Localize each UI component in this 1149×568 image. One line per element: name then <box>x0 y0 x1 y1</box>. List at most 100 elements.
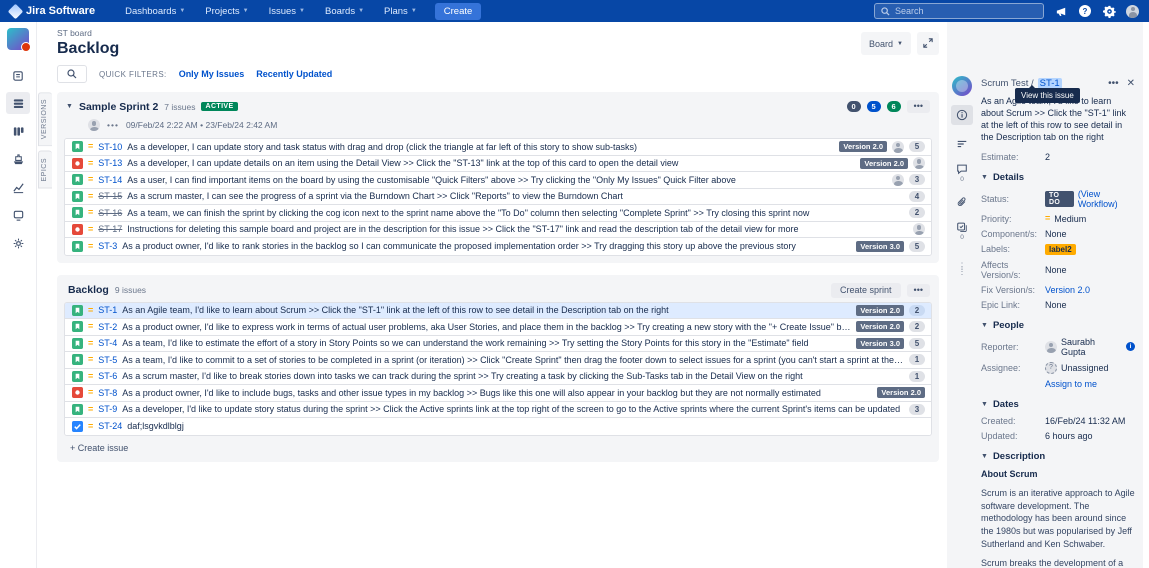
issue-row[interactable]: = ST-15 As a scrum master, I can see the… <box>65 189 931 206</box>
collapse-details-icon[interactable]: ▼ <box>981 174 988 181</box>
detail-more-icon[interactable]: ••• <box>1108 78 1119 89</box>
board-icon[interactable] <box>6 120 30 142</box>
issue-key-link[interactable]: ST-16 <box>98 208 122 218</box>
estimate-badge[interactable]: 2 <box>909 321 925 332</box>
filter-only-my-issues[interactable]: Only My Issues <box>179 69 245 79</box>
backlog-title[interactable]: Backlog <box>68 284 109 296</box>
sprint-avatar[interactable] <box>88 119 100 131</box>
project-avatar[interactable] <box>7 28 29 50</box>
issues-icon[interactable] <box>6 204 30 226</box>
details-info-icon[interactable] <box>951 105 973 125</box>
issue-row[interactable]: = ST-3 As a product owner, I'd like to r… <box>65 238 931 255</box>
dates-section-title[interactable]: Dates <box>993 399 1019 410</box>
versions-tab[interactable]: VERSIONS <box>38 92 52 146</box>
version-badge[interactable]: Version 2.0 <box>877 387 925 398</box>
collapse-dates-icon[interactable]: ▼ <box>981 401 988 408</box>
estimate-badge[interactable]: 1 <box>909 354 925 365</box>
search-input[interactable] <box>895 6 1025 16</box>
issue-row[interactable]: = ST-4 As a team, I'd like to estimate t… <box>65 336 931 353</box>
label-badge[interactable]: label2 <box>1045 244 1076 255</box>
reporter-info-icon[interactable]: i <box>1126 342 1135 351</box>
menu-projects[interactable]: Projects▼ <box>197 6 256 17</box>
details-section-title[interactable]: Details <box>993 172 1024 183</box>
version-badge[interactable]: Version 2.0 <box>856 321 904 332</box>
project-settings-icon[interactable] <box>6 232 30 254</box>
estimate-badge[interactable]: 5 <box>909 338 925 349</box>
collapse-people-icon[interactable]: ▼ <box>981 322 988 329</box>
estimate-badge[interactable]: 2 <box>909 207 925 218</box>
breadcrumb[interactable]: ST board <box>57 28 119 38</box>
issue-key-link[interactable]: ST-1 <box>98 305 117 315</box>
estimate-badge[interactable]: 4 <box>909 191 925 202</box>
collapse-sprint-icon[interactable]: ▼ <box>66 103 73 110</box>
issue-key-link[interactable]: ST-13 <box>98 158 122 168</box>
estimate-badge[interactable]: 5 <box>909 141 925 152</box>
issue-row[interactable]: = ST-13 As a developer, I can update det… <box>65 156 931 173</box>
panel-resize-handle[interactable]: ⋮⋮ <box>958 264 967 273</box>
issue-key-link[interactable]: ST-14 <box>98 175 122 185</box>
version-badge[interactable]: Version 2.0 <box>856 305 904 316</box>
assignee-avatar[interactable] <box>913 223 925 235</box>
assignee-avatar[interactable] <box>892 174 904 186</box>
issue-row[interactable]: = ST-10 As a developer, I can update sto… <box>65 139 931 156</box>
assignee-value[interactable]: Unassigned <box>1061 363 1109 373</box>
view-workflow-link[interactable]: (View Workflow) <box>1078 189 1135 209</box>
issue-key-link[interactable]: ST-5 <box>98 355 117 365</box>
issue-detail-avatar[interactable] <box>952 76 972 96</box>
issue-key-link[interactable]: ST-6 <box>98 371 117 381</box>
menu-plans[interactable]: Plans▼ <box>376 6 425 17</box>
assignee-avatar[interactable] <box>892 141 904 153</box>
version-badge[interactable]: Version 3.0 <box>856 338 904 349</box>
fix-version-link[interactable]: Version 2.0 <box>1045 285 1090 295</box>
issue-row[interactable]: = ST-9 As a developer, I'd like to updat… <box>65 402 931 419</box>
board-search-button[interactable] <box>57 65 87 83</box>
help-icon[interactable]: ? <box>1078 4 1092 18</box>
issue-row[interactable]: = ST-16 As a team, we can finish the spr… <box>65 205 931 222</box>
releases-ship-icon[interactable] <box>6 148 30 170</box>
subtasks-icon[interactable]: 0 <box>951 221 973 241</box>
sprint-more-button[interactable]: ••• <box>907 100 930 113</box>
collapse-description-icon[interactable]: ▼ <box>981 453 988 460</box>
version-badge[interactable]: Version 2.0 <box>839 141 887 152</box>
comments-icon[interactable]: 0 <box>951 163 973 183</box>
backlog-more-button[interactable]: ••• <box>907 284 930 297</box>
epics-tab[interactable]: EPICS <box>38 151 52 189</box>
estimate-value[interactable]: 2 <box>1045 152 1050 162</box>
menu-boards[interactable]: Boards▼ <box>317 6 372 17</box>
issue-row[interactable]: = ST-8 As a product owner, I'd like to i… <box>65 385 931 402</box>
assignee-avatar[interactable] <box>913 157 925 169</box>
board-menu-button[interactable]: Board▼ <box>861 32 911 55</box>
issue-row[interactable]: = ST-1 As an Agile team, I'd like to lea… <box>65 303 931 320</box>
create-button[interactable]: Create <box>435 3 482 20</box>
issue-row[interactable]: = ST-2 As a product owner, I'd like to e… <box>65 319 931 336</box>
sprint-name[interactable]: Sample Sprint 2 <box>79 101 158 113</box>
settings-gear-icon[interactable] <box>1102 4 1116 18</box>
create-issue-link[interactable]: + Create issue <box>64 436 932 455</box>
issue-key-link[interactable]: ST-17 <box>98 224 122 234</box>
issue-key-link[interactable]: ST-3 <box>98 241 117 251</box>
version-badge[interactable]: Version 3.0 <box>856 241 904 252</box>
estimate-badge[interactable]: 1 <box>909 371 925 382</box>
issue-row[interactable]: = ST-17 Instructions for deleting this s… <box>65 222 931 239</box>
backlog-icon[interactable] <box>6 92 30 114</box>
issue-key-link[interactable]: ST-24 <box>98 421 122 431</box>
issue-key-link[interactable]: ST-10 <box>98 142 122 152</box>
jira-logo[interactable]: Jira Software <box>10 5 95 17</box>
reports-chart-icon[interactable] <box>6 176 30 198</box>
estimate-badge[interactable]: 3 <box>909 174 925 185</box>
menu-dashboards[interactable]: Dashboards▼ <box>117 6 193 17</box>
issue-row[interactable]: = ST-5 As a team, I'd like to commit to … <box>65 352 931 369</box>
pages-icon[interactable] <box>6 64 30 86</box>
description-icon[interactable] <box>951 134 973 154</box>
announcements-icon[interactable] <box>1054 4 1068 18</box>
issue-key-link[interactable]: ST-15 <box>98 191 122 201</box>
issue-row[interactable]: = ST-6 As a scrum master, I'd like to br… <box>65 369 931 386</box>
estimate-badge[interactable]: 3 <box>909 404 925 415</box>
issue-row[interactable]: = ST-14 As a user, I can find important … <box>65 172 931 189</box>
issue-key-link[interactable]: ST-2 <box>98 322 117 332</box>
people-section-title[interactable]: People <box>993 320 1024 331</box>
create-sprint-button[interactable]: Create sprint <box>831 283 901 298</box>
issue-key-link[interactable]: ST-9 <box>98 404 117 414</box>
filter-recently-updated[interactable]: Recently Updated <box>256 69 332 79</box>
issue-key-link[interactable]: ST-4 <box>98 338 117 348</box>
